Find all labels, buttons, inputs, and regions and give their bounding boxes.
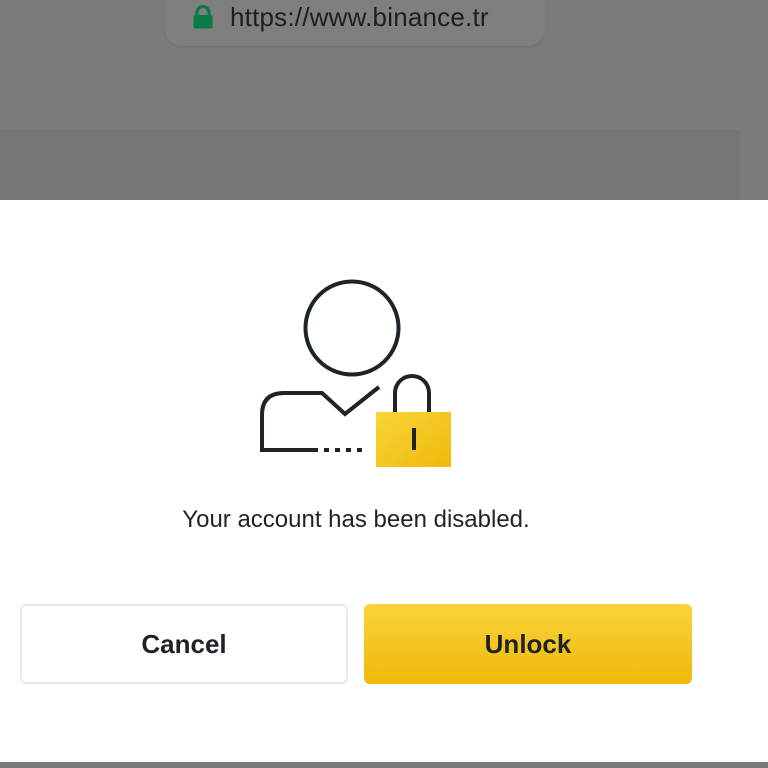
dimmed-bottom-edge — [0, 762, 768, 768]
lock-icon — [192, 4, 214, 29]
screen: https://www.binance.tr Your account has … — [0, 0, 768, 768]
unlock-button[interactable]: Unlock — [364, 604, 692, 684]
url-text[interactable]: https://www.binance.tr — [230, 1, 489, 33]
dialog-message: Your account has been disabled. — [182, 506, 530, 533]
user-locked-icon — [250, 270, 460, 475]
cancel-button-label: Cancel — [141, 628, 227, 659]
unlock-button-label: Unlock — [484, 628, 572, 659]
dimmed-page-content — [0, 130, 740, 200]
cancel-button[interactable]: Cancel — [20, 604, 348, 684]
